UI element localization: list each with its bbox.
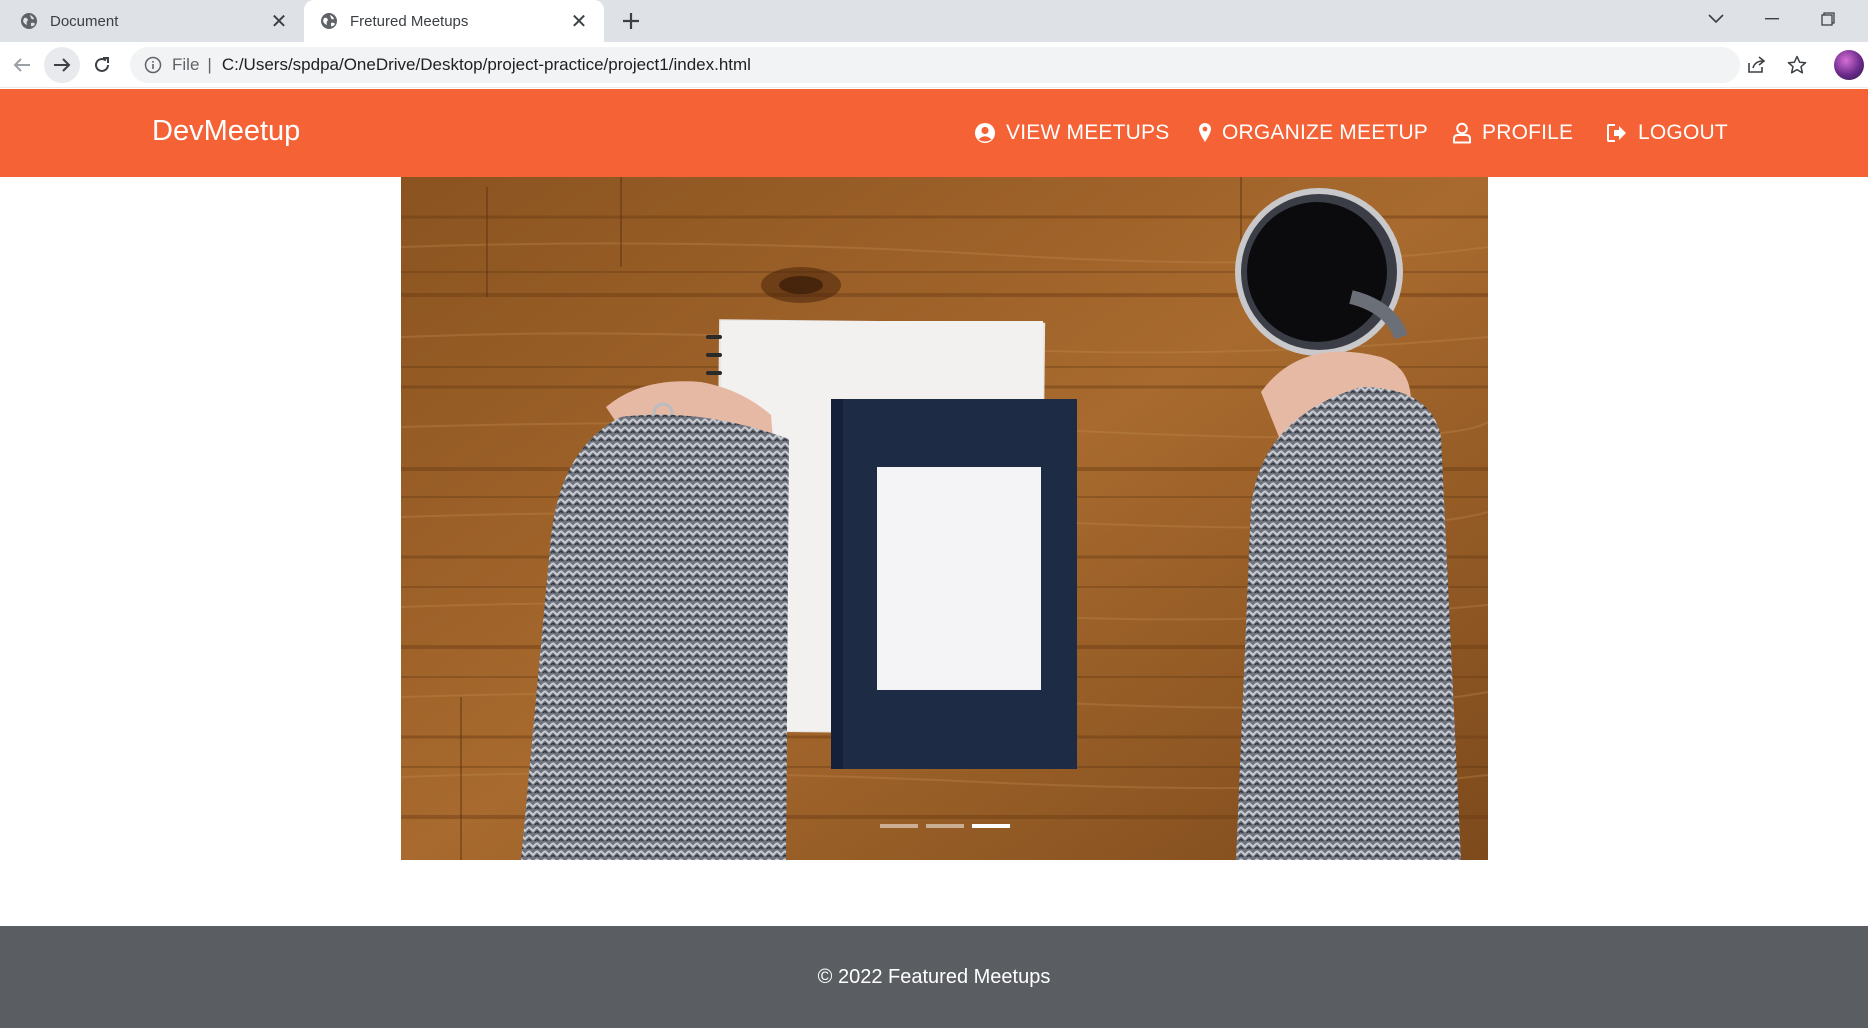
minimize-icon <box>1765 18 1779 20</box>
globe-icon <box>321 13 337 29</box>
tab-title: Document <box>50 12 119 30</box>
globe-icon <box>21 13 37 29</box>
hero-carousel[interactable] <box>401 177 1488 860</box>
brand-logo[interactable]: DevMeetup <box>152 115 300 148</box>
arrow-left-icon <box>13 58 30 72</box>
new-tab-button[interactable] <box>616 6 646 36</box>
nav-logout[interactable]: LOGOUT <box>1606 121 1728 145</box>
browser-toolbar: File | C:/Users/spdpa/OneDrive/Desktop/p… <box>0 42 1868 88</box>
carousel-indicator-active[interactable] <box>971 824 1010 828</box>
star-icon <box>1787 55 1807 74</box>
restore-button[interactable] <box>1800 0 1856 38</box>
close-icon[interactable]: ✕ <box>266 8 292 34</box>
browser-tab-document[interactable]: Document ✕ <box>0 0 304 42</box>
browser-tab-featured-meetups[interactable]: Fretured Meetups ✕ <box>304 0 604 42</box>
footer-copyright: © 2022 Featured Meetups <box>817 965 1051 988</box>
scheme-label: File <box>172 55 200 74</box>
nav-view-meetups-label: VIEW MEETUPS <box>1006 121 1170 144</box>
reload-icon <box>95 57 109 72</box>
carousel-indicator[interactable] <box>925 824 964 828</box>
forward-button[interactable] <box>44 47 80 83</box>
nav-view-meetups[interactable]: VIEW MEETUPS <box>974 121 1169 145</box>
bookmark-button[interactable] <box>1784 52 1810 78</box>
close-icon[interactable]: ✕ <box>566 8 592 34</box>
site-footer: © 2022 Featured Meetups <box>0 926 1868 1028</box>
nav-profile[interactable]: PROFILE <box>1452 121 1573 145</box>
tab-title: Fretured Meetups <box>350 12 469 30</box>
reload-button[interactable] <box>84 47 120 83</box>
minimize-button[interactable] <box>1744 0 1800 38</box>
site-navbar: DevMeetup VIEW MEETUPS ORGANIZE MEETUP P… <box>0 89 1868 177</box>
carousel-indicator[interactable] <box>879 824 918 828</box>
share-icon <box>1748 56 1766 73</box>
map-pin-icon <box>1199 123 1211 142</box>
share-button[interactable] <box>1744 52 1770 78</box>
scheme-separator: | <box>207 55 212 74</box>
address-bar[interactable]: File | C:/Users/spdpa/OneDrive/Desktop/p… <box>130 47 1740 83</box>
restore-icon <box>1821 12 1835 26</box>
tab-search-button[interactable] <box>1688 0 1744 38</box>
arrow-right-icon <box>54 58 71 72</box>
nav-profile-label: PROFILE <box>1482 121 1574 144</box>
carousel-slide-image <box>401 177 1488 860</box>
plus-icon <box>623 13 639 29</box>
url-text[interactable]: C:/Users/spdpa/OneDrive/Desktop/project-… <box>222 55 751 75</box>
nav-organize-meetup-label: ORGANIZE MEETUP <box>1222 121 1429 144</box>
user-circle-icon <box>975 123 995 143</box>
carousel-indicators <box>401 824 1488 828</box>
browser-tabstrip: Document ✕ Fretured Meetups ✕ <box>0 0 1868 42</box>
chevron-down-icon <box>1708 14 1724 24</box>
logout-icon <box>1607 124 1626 142</box>
nav-organize-meetup[interactable]: ORGANIZE MEETUP <box>1198 121 1428 145</box>
info-icon[interactable] <box>144 56 162 74</box>
user-outline-icon <box>1453 122 1471 144</box>
profile-avatar[interactable] <box>1834 50 1864 80</box>
back-button[interactable] <box>4 47 40 83</box>
nav-logout-label: LOGOUT <box>1638 121 1728 144</box>
